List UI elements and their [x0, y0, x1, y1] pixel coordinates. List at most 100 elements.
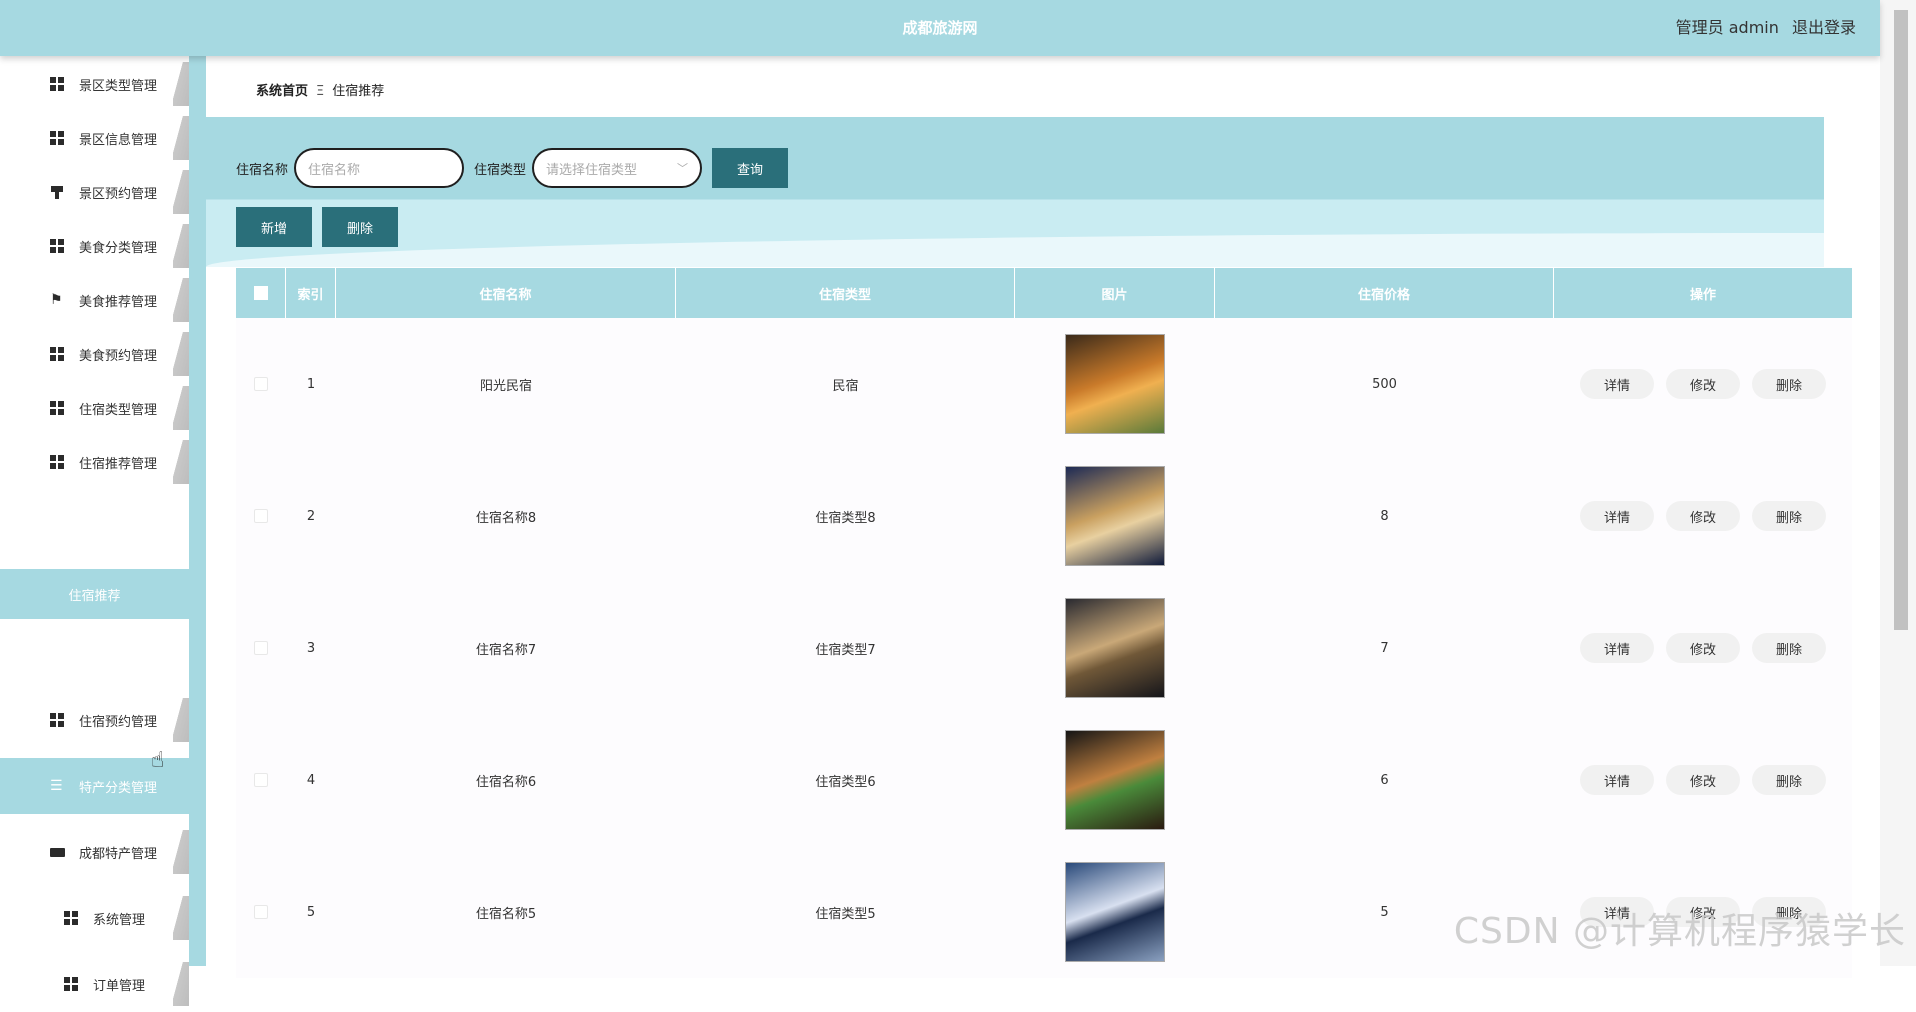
type-select[interactable]: 请选择住宿类型 ﹀: [532, 148, 702, 188]
name-search-input[interactable]: 住宿名称: [294, 148, 464, 188]
sidebar-item-6[interactable]: 美食预约管理: [0, 326, 189, 382]
header-index: 索引: [286, 268, 336, 318]
sidebar-item-9[interactable]: 住宿预约管理: [0, 692, 189, 748]
row-checkbox[interactable]: [254, 509, 268, 523]
breadcrumb-current: 住宿推荐: [332, 84, 384, 99]
header-price: 住宿价格: [1215, 268, 1554, 318]
sidebar-item-label: 美食推荐管理: [79, 291, 157, 310]
menu-slant-decoration: [173, 170, 189, 214]
select-all-cell: [236, 268, 286, 318]
edit-button[interactable]: 修改: [1666, 369, 1740, 399]
menu-slant-decoration: [173, 278, 189, 322]
table-body: 1阳光民宿民宿500详情修改删除2住宿名称8住宿类型88详情修改删除3住宿名称7…: [236, 318, 1852, 978]
sidebar-item-label: 景区预约管理: [79, 183, 157, 202]
page-scrollbar[interactable]: [1880, 0, 1916, 966]
delete-button[interactable]: 删除: [1752, 369, 1826, 399]
detail-button[interactable]: 详情: [1580, 633, 1654, 663]
sidebar-stripe: [189, 56, 206, 966]
panel-wave: [206, 233, 1824, 267]
table-row: 2住宿名称8住宿类型88详情修改删除: [236, 450, 1852, 582]
row-select-cell: [236, 318, 286, 450]
row-index: 4: [286, 714, 336, 846]
table-header: 索引 住宿名称 住宿类型 图片 住宿价格 操作: [236, 268, 1852, 318]
sidebar-item-label: 景区类型管理: [79, 75, 157, 94]
sidebar-item-4[interactable]: 美食分类管理: [0, 218, 189, 274]
row-price: 6: [1215, 714, 1554, 846]
sidebar-item-12[interactable]: 系统管理: [0, 890, 189, 946]
type-label: 住宿类型: [474, 159, 526, 178]
menu-slant-decoration: [173, 332, 189, 376]
menu-slant-decoration: [173, 962, 189, 1006]
sidebar-item-11[interactable]: 成都特产管理: [0, 824, 189, 880]
table-row: 4住宿名称6住宿类型66详情修改删除: [236, 714, 1852, 846]
lodging-photo[interactable]: [1065, 862, 1165, 962]
row-actions: 详情修改删除: [1554, 582, 1852, 714]
sidebar-item-label: 住宿类型管理: [79, 399, 157, 418]
table-row: 1阳光民宿民宿500详情修改删除: [236, 318, 1852, 450]
top-bar: 成都旅游网 管理员 admin 退出登录: [0, 0, 1880, 56]
scrollbar-thumb[interactable]: [1894, 10, 1908, 630]
sidebar-item-1[interactable]: 景区类型管理: [0, 56, 189, 112]
grid-icon: [50, 713, 65, 728]
user-label: 管理员 admin: [1676, 18, 1779, 37]
row-price: 7: [1215, 582, 1554, 714]
delete-button[interactable]: 删除: [1752, 501, 1826, 531]
sidebar-item-3[interactable]: 景区预约管理: [0, 164, 189, 220]
detail-button[interactable]: 详情: [1580, 765, 1654, 795]
row-checkbox[interactable]: [254, 641, 268, 655]
delete-button[interactable]: 删除: [1752, 633, 1826, 663]
detail-button[interactable]: 详情: [1580, 501, 1654, 531]
row-image-cell: [1015, 450, 1215, 582]
ticket-icon: [50, 845, 65, 860]
row-name: 阳光民宿: [336, 318, 676, 450]
grid-icon: [50, 401, 65, 416]
grid-icon: [64, 977, 79, 992]
sidebar-item-7[interactable]: 住宿类型管理: [0, 380, 189, 436]
grid-icon: [50, 77, 65, 92]
edit-button[interactable]: 修改: [1666, 501, 1740, 531]
select-all-checkbox[interactable]: [254, 286, 268, 300]
lodging-photo[interactable]: [1065, 598, 1165, 698]
search-row: 住宿名称 住宿名称 住宿类型 请选择住宿类型 ﹀ 查询: [236, 148, 788, 188]
sidebar-item-2[interactable]: 景区信息管理: [0, 110, 189, 166]
row-index: 3: [286, 582, 336, 714]
breadcrumb-home[interactable]: 系统首页: [256, 84, 308, 99]
menu-slant-decoration: [173, 698, 189, 742]
row-image-cell: [1015, 582, 1215, 714]
site-title: 成都旅游网: [0, 0, 1880, 56]
sidebar-item-label: 成都特产管理: [79, 843, 157, 862]
delete-button[interactable]: 删除: [1752, 765, 1826, 795]
add-button[interactable]: 新增: [236, 207, 312, 247]
sidebar-item-label: 订单管理: [93, 975, 145, 994]
row-select-cell: [236, 582, 286, 714]
lodging-photo[interactable]: [1065, 466, 1165, 566]
sidebar-item-13[interactable]: 订单管理: [0, 956, 189, 1012]
name-placeholder: 住宿名称: [308, 159, 360, 178]
edit-button[interactable]: 修改: [1666, 633, 1740, 663]
row-checkbox[interactable]: [254, 773, 268, 787]
sidebar-item-8[interactable]: 住宿推荐管理: [0, 434, 189, 490]
watermark: CSDN @计算机程序猿学长: [1454, 902, 1906, 954]
sidebar-item-label: 景区信息管理: [79, 129, 157, 148]
sidebar-item-5[interactable]: ⚑美食推荐管理: [0, 272, 189, 328]
row-checkbox[interactable]: [254, 905, 268, 919]
detail-button[interactable]: 详情: [1580, 369, 1654, 399]
menu-slant-decoration: [173, 116, 189, 160]
logout-link[interactable]: 退出登录: [1792, 18, 1856, 37]
row-name: 住宿名称8: [336, 450, 676, 582]
edit-button[interactable]: 修改: [1666, 765, 1740, 795]
batch-delete-button[interactable]: 删除: [322, 207, 398, 247]
user-area: 管理员 admin 退出登录: [1668, 0, 1856, 56]
row-actions: 详情修改删除: [1554, 714, 1852, 846]
sidebar-item-label: 住宿推荐管理: [79, 453, 157, 472]
row-checkbox[interactable]: [254, 377, 268, 391]
sidebar-item-label: 系统管理: [93, 909, 145, 928]
row-select-cell: [236, 450, 286, 582]
query-button[interactable]: 查询: [712, 148, 788, 188]
lodging-photo[interactable]: [1065, 334, 1165, 434]
row-type: 民宿: [676, 318, 1015, 450]
lodging-photo[interactable]: [1065, 730, 1165, 830]
grid-icon: [50, 239, 65, 254]
sidebar-subitem-lodging-recommend[interactable]: 住宿推荐: [0, 569, 189, 619]
menu-slant-decoration: [173, 440, 189, 484]
